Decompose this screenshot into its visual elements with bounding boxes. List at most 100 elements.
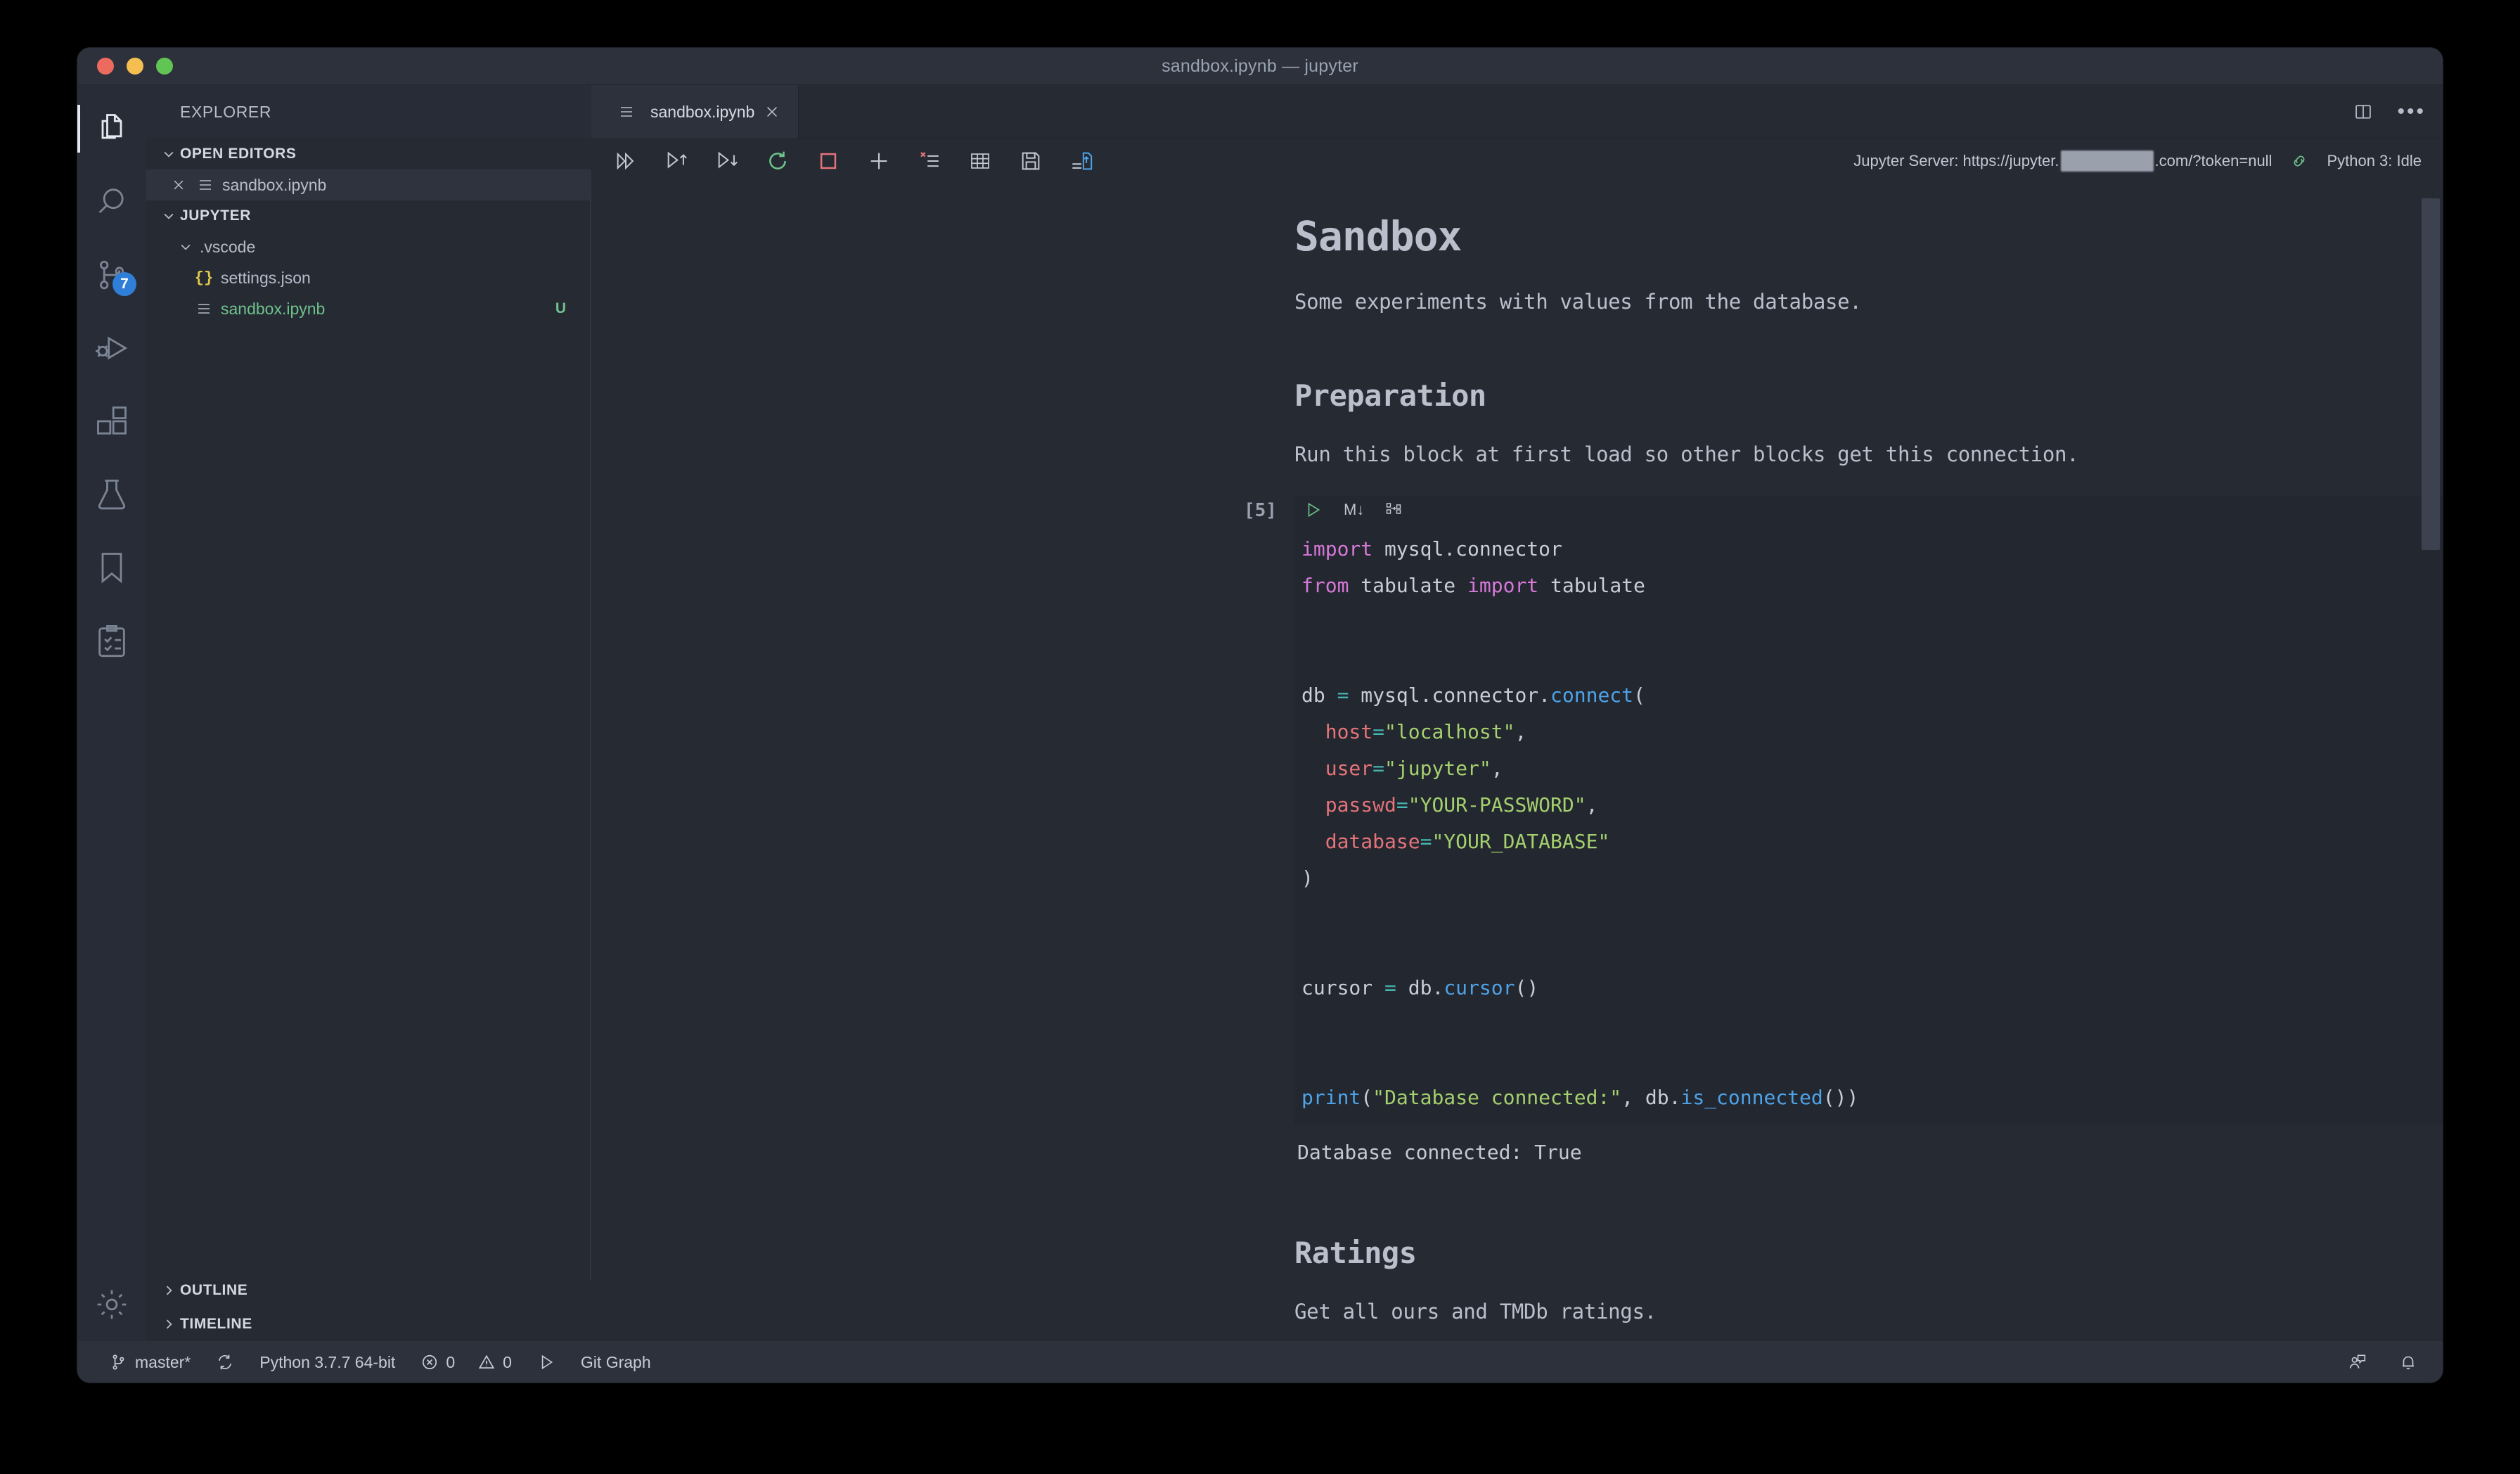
status-branch[interactable]: master* (97, 1341, 203, 1383)
chevron-down-icon (158, 209, 180, 223)
status-git-graph-label: Git Graph (580, 1352, 651, 1371)
code-line: database="YOUR_DATABASE" (1325, 830, 1610, 853)
sidebar-bottom-sections: OUTLINE TIMELINE (146, 1274, 591, 1341)
activity-item-source-control[interactable]: 7 (77, 238, 146, 312)
chevron-right-icon (158, 1283, 180, 1297)
save-icon[interactable] (1019, 149, 1043, 173)
cell-gap (1294, 1171, 2443, 1236)
tree-item-folder-vscode[interactable]: .vscode (146, 231, 591, 262)
status-python-label: Python 3.7.7 64-bit (259, 1352, 396, 1371)
notebook-icon (190, 300, 218, 317)
play-icon (537, 1353, 555, 1371)
bookmark-icon (94, 549, 130, 586)
link-icon (2290, 152, 2308, 170)
restart-icon[interactable] (766, 149, 790, 173)
markdown-heading-sandbox[interactable]: Sandbox (1294, 212, 2443, 260)
status-sync[interactable] (203, 1341, 247, 1383)
run-all-icon[interactable] (614, 149, 638, 173)
stop-square-icon[interactable] (816, 149, 840, 173)
plus-icon[interactable] (867, 149, 891, 173)
status-run-file[interactable] (525, 1341, 568, 1383)
status-branch-label: master* (135, 1352, 191, 1371)
scrollbar-thumb[interactable] (2422, 198, 2440, 550)
markdown-down-icon[interactable]: M↓ (1344, 501, 1364, 519)
close-icon[interactable] (764, 104, 780, 120)
minimize-window-button[interactable] (127, 58, 143, 75)
zoom-window-button[interactable] (156, 58, 173, 75)
run-below-icon[interactable] (715, 149, 739, 173)
tab-sandbox-ipynb[interactable]: sandbox.ipynb (591, 85, 799, 139)
activity-item-bookmarks[interactable] (77, 531, 146, 604)
kernel-status[interactable]: Python 3: Idle (2327, 152, 2422, 170)
status-warnings-count: 0 (503, 1352, 512, 1371)
status-python-interpreter[interactable]: Python 3.7.7 64-bit (247, 1341, 408, 1383)
activity-item-todo-tree[interactable] (77, 604, 146, 677)
open-editor-item[interactable]: sandbox.ipynb (146, 169, 591, 200)
status-feedback[interactable] (2336, 1341, 2379, 1383)
error-icon (420, 1353, 439, 1371)
notebook-icon (191, 177, 219, 193)
status-git-graph[interactable]: Git Graph (568, 1341, 664, 1383)
code-line: print("Database connected:", db.is_conne… (1301, 1086, 1859, 1109)
jupyter-server-label: Jupyter Server: https://jupyter. (1853, 152, 2059, 169)
markdown-paragraph-ratings[interactable]: Get all ours and TMDb ratings. (1294, 1300, 2443, 1324)
notebook-toolbar: Jupyter Server: https://jupyter. .com/?to… (591, 139, 2443, 183)
search-icon (94, 184, 130, 220)
tree-item-sandbox-ipynb[interactable]: sandbox.ipynb U (146, 293, 591, 324)
clear-outputs-icon[interactable] (918, 149, 941, 173)
code-cell[interactable]: [5] M↓ import mysql.connector from tabul… (1244, 496, 2443, 1171)
code-line: ) (1301, 866, 1313, 890)
title-bar: sandbox.ipynb — jupyter (77, 48, 2443, 85)
split-editor-icon[interactable] (2353, 102, 2373, 122)
table-icon[interactable] (968, 149, 992, 173)
activity-item-search[interactable] (77, 165, 146, 238)
markdown-heading-preparation[interactable]: Preparation (1294, 378, 2443, 413)
run-debug-icon (94, 330, 130, 366)
status-problems[interactable]: 0 0 (408, 1341, 525, 1383)
section-outline[interactable]: OUTLINE (146, 1274, 591, 1307)
code-line: passwd="YOUR-PASSWORD", (1325, 793, 1598, 816)
run-above-icon[interactable] (664, 149, 688, 173)
section-workspace[interactable]: JUPYTER (146, 200, 591, 231)
export-icon[interactable] (1069, 149, 1093, 173)
ellipsis-icon[interactable]: ••• (2397, 101, 2426, 122)
notebook-cells: Sandbox Some experiments with values fro… (591, 183, 2443, 1324)
section-open-editors[interactable]: OPEN EDITORS (146, 139, 591, 169)
sidebar-body: OPEN EDITORS sandbox.ipynb JUPYTER .vsco… (146, 139, 591, 1341)
activity-item-testing[interactable] (77, 458, 146, 531)
activity-item-extensions[interactable] (77, 385, 146, 458)
activity-item-manage[interactable] (77, 1268, 146, 1341)
notebook-icon (612, 103, 641, 120)
status-notifications[interactable] (2386, 1341, 2430, 1383)
sync-icon (216, 1353, 234, 1371)
markdown-heading-ratings[interactable]: Ratings (1294, 1236, 2443, 1270)
code-line: cursor = db.cursor() (1301, 976, 1539, 999)
activity-item-explorer[interactable] (77, 92, 146, 165)
activity-item-run-and-debug[interactable] (77, 312, 146, 385)
section-timeline[interactable]: TIMELINE (146, 1307, 591, 1341)
chevron-down-icon (158, 147, 180, 161)
gear-icon (94, 1286, 130, 1323)
tree-item-settings-json[interactable]: {} settings.json (146, 262, 591, 293)
code-line: host="localhost", (1325, 720, 1527, 743)
notebook-scrollbar[interactable] (2422, 183, 2440, 1341)
close-window-button[interactable] (97, 58, 114, 75)
play-icon[interactable] (1304, 501, 1323, 519)
code-editor[interactable]: import mysql.connector from tabulate impo… (1294, 524, 2443, 1124)
warning-icon (477, 1353, 496, 1371)
split-cell-icon[interactable] (1385, 501, 1402, 518)
notebook-toolbar-status: Jupyter Server: https://jupyter. .com/?to… (1853, 139, 2422, 183)
file-label: sandbox.ipynb (221, 299, 326, 318)
redacted-hostname (2060, 150, 2154, 172)
jupyter-server-suffix: .com/?token=null (2154, 152, 2272, 169)
markdown-paragraph-intro[interactable]: Some experiments with values from the da… (1294, 290, 2443, 314)
jupyter-server-status[interactable]: Jupyter Server: https://jupyter. .com/?to… (1853, 150, 2272, 172)
bell-icon (2399, 1353, 2417, 1371)
close-icon[interactable] (166, 178, 191, 192)
markdown-paragraph-preparation[interactable]: Run this block at first load so other bl… (1294, 442, 2443, 466)
